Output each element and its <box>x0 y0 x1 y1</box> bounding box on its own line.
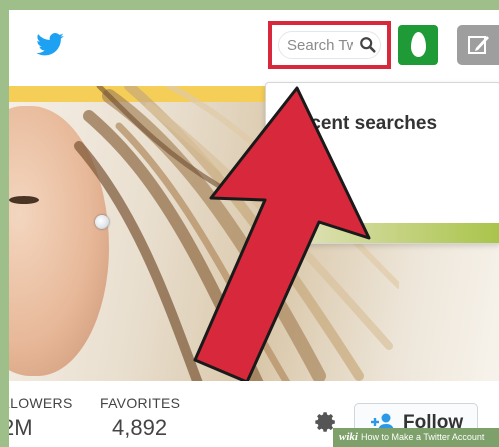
search-highlight-box <box>268 21 391 69</box>
watermark-brand: wiki <box>339 431 358 443</box>
stat-label: FOLLOWERS <box>9 395 73 411</box>
followers-stat[interactable]: FOLLOWERS 2M <box>9 395 73 441</box>
search-field[interactable] <box>278 31 381 59</box>
search-input[interactable] <box>287 35 353 55</box>
watermark: wiki How to Make a Twitter Account <box>333 428 499 447</box>
stat-label: FAVORITES <box>100 395 181 411</box>
compose-tweet-icon <box>468 36 489 54</box>
favorites-stat[interactable]: FAVORITES 4,892 <box>100 395 180 441</box>
search-icon[interactable] <box>359 36 377 54</box>
watermark-text: How to Make a Twitter Account <box>360 432 485 442</box>
browser-frame: Recent searches FOLLOWERS 2M FAVORITES 4… <box>9 10 499 447</box>
twitter-bird-icon[interactable] <box>35 30 65 60</box>
pointer-arrow-icon <box>193 86 371 384</box>
egg-shape <box>411 32 426 57</box>
top-bar <box>9 10 499 87</box>
stat-value: 4,892 <box>112 415 168 440</box>
stat-value: 2M <box>9 415 33 440</box>
compose-tweet-button[interactable] <box>457 25 499 65</box>
egg-avatar-icon[interactable] <box>398 25 438 65</box>
